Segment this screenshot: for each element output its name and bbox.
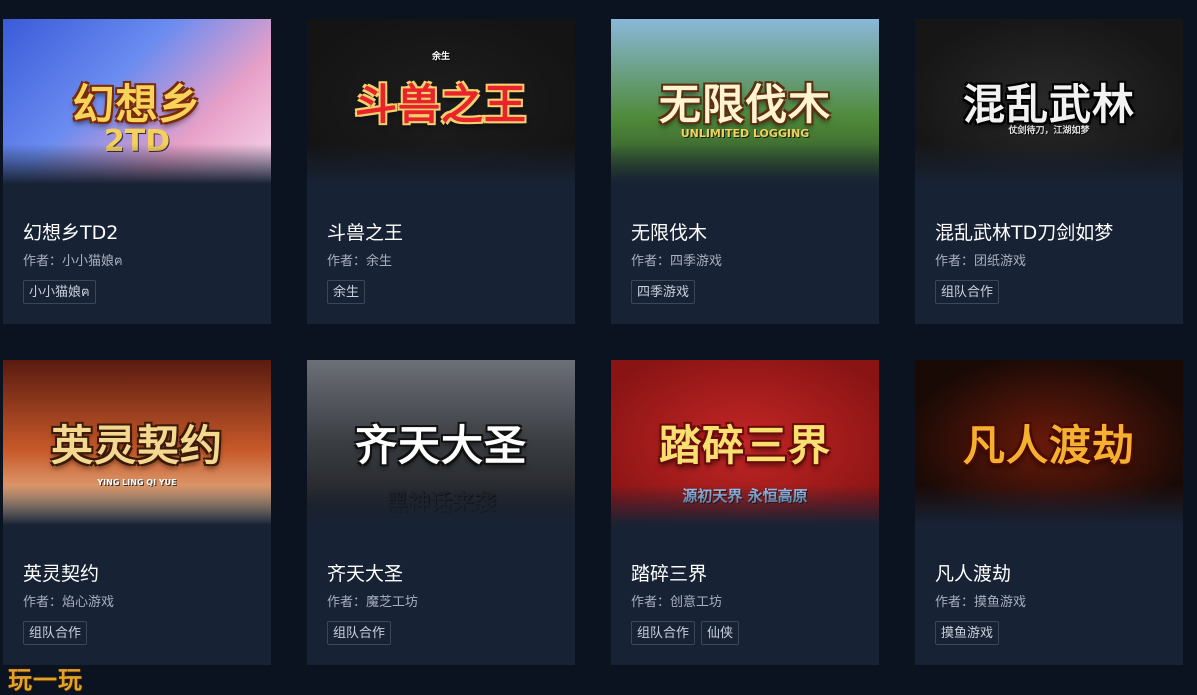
cover-subtitle-text: 仗剑待刀，江湖如梦 xyxy=(1008,126,1090,136)
author-name: 小小猫娘ฅ xyxy=(62,254,123,269)
tag-list: 余生 xyxy=(327,280,563,304)
game-tag[interactable]: 组队合作 xyxy=(23,621,88,645)
cover-fade-overlay xyxy=(307,485,575,525)
game-card[interactable]: 英灵契约 YING LING QI YUE 英灵契约作者：焰心游戏组队合作 xyxy=(3,360,271,665)
game-tag[interactable]: 小小猫娘ฅ xyxy=(23,280,96,304)
author-name: 团纸游戏 xyxy=(974,254,1027,269)
cover-fade-overlay xyxy=(915,144,1183,184)
game-cover-image[interactable]: 幻想乡 2TD xyxy=(3,19,271,184)
game-cover-image[interactable]: 无限伐木 UNLIMITED LOGGING xyxy=(611,19,879,184)
game-card[interactable]: 凡人渡劫 凡人渡劫 作者：摸鱼游戏 摸鱼游戏 xyxy=(915,360,1183,665)
author-name: 摸鱼游戏 xyxy=(974,595,1027,610)
author-name: 焰心游戏 xyxy=(62,595,115,610)
cover-fade-overlay xyxy=(3,144,271,184)
game-cover-image[interactable]: 齐天大圣黑神话来袭 xyxy=(307,360,575,525)
game-title[interactable]: 混乱武林TD刀剑如梦 xyxy=(935,221,1171,245)
game-author: 作者：魔芝工坊 xyxy=(327,595,563,611)
cover-subtitle-text: UNLIMITED LOGGING xyxy=(680,127,810,140)
game-tag[interactable]: 组队合作 xyxy=(631,621,696,645)
game-title[interactable]: 无限伐木 xyxy=(631,221,867,245)
game-info: 凡人渡劫 作者：摸鱼游戏 摸鱼游戏 xyxy=(935,562,1171,645)
cover-subtitle-text: 余生 xyxy=(431,52,450,62)
game-card[interactable]: 幻想乡 2TD 幻想乡TD2 作者：小小猫娘ฅ 小小猫娘ฅ xyxy=(3,19,271,324)
game-tag[interactable]: 余生 xyxy=(327,280,366,304)
author-name: 余生 xyxy=(366,254,393,269)
author-prefix: 作者： xyxy=(327,254,367,269)
cover-fade-overlay xyxy=(307,144,575,184)
game-author: 作者：四季游戏 xyxy=(631,254,867,270)
game-grid: 幻想乡 2TD 幻想乡TD2 作者：小小猫娘ฅ 小小猫娘ฅ 斗兽之王 余生 斗兽之王 作者：余… xyxy=(3,19,1197,692)
cover-fade-overlay xyxy=(611,144,879,184)
cover-fade-overlay xyxy=(915,485,1183,525)
game-card[interactable]: 踏碎三界源初天界 永恒高原踏碎三界作者：创意工坊组队合作仙侠 xyxy=(611,360,879,665)
author-prefix: 作者： xyxy=(631,254,671,269)
game-author: 作者：焰心游戏 xyxy=(23,595,259,611)
game-info: 踏碎三界作者：创意工坊组队合作 仙侠 xyxy=(631,562,867,645)
author-name: 魔芝工坊 xyxy=(366,595,419,610)
tag-list: 小小猫娘ฅ xyxy=(23,280,259,304)
game-author: 作者：摸鱼游戏 xyxy=(935,595,1171,611)
game-info: 英灵契约作者：焰心游戏组队合作 xyxy=(23,562,259,645)
game-title[interactable]: 踏碎三界 xyxy=(631,562,867,586)
game-cover-image[interactable]: 凡人渡劫 xyxy=(915,360,1183,525)
game-author: 作者：团纸游戏 xyxy=(935,254,1171,270)
author-name: 四季游戏 xyxy=(670,254,723,269)
game-cover-image[interactable]: 混乱武林 仗剑待刀，江湖如梦 xyxy=(915,19,1183,184)
game-cover-image[interactable]: 英灵契约 YING LING QI YUE xyxy=(3,360,271,525)
tag-list: 组队合作 仙侠 xyxy=(631,621,867,645)
cover-fade-overlay xyxy=(611,485,879,525)
author-prefix: 作者： xyxy=(327,595,367,610)
game-tag[interactable]: 仙侠 xyxy=(701,621,740,645)
author-prefix: 作者： xyxy=(23,254,63,269)
tag-list: 摸鱼游戏 xyxy=(935,621,1171,645)
author-prefix: 作者： xyxy=(23,595,63,610)
tag-list: 组队合作 xyxy=(23,621,259,645)
game-card[interactable]: 斗兽之王 余生 斗兽之王 作者：余生 余生 xyxy=(307,19,575,324)
game-title[interactable]: 幻想乡TD2 xyxy=(23,221,259,245)
game-card[interactable]: 无限伐木 UNLIMITED LOGGING 无限伐木 作者：四季游戏 四季游戏 xyxy=(611,19,879,324)
game-card[interactable]: 齐天大圣黑神话来袭齐天大圣作者：魔芝工坊组队合作 xyxy=(307,360,575,665)
game-tag[interactable]: 四季游戏 xyxy=(631,280,696,304)
game-info: 幻想乡TD2 作者：小小猫娘ฅ 小小猫娘ฅ xyxy=(23,221,259,304)
author-prefix: 作者： xyxy=(935,595,975,610)
game-author: 作者：小小猫娘ฅ xyxy=(23,254,259,270)
site-logo: 玩一玩 xyxy=(8,665,83,694)
game-tag[interactable]: 组队合作 xyxy=(327,621,392,645)
tag-list: 组队合作 xyxy=(327,621,563,645)
game-info: 无限伐木 作者：四季游戏 四季游戏 xyxy=(631,221,867,304)
game-info: 齐天大圣作者：魔芝工坊组队合作 xyxy=(327,562,563,645)
tag-list: 组队合作 xyxy=(935,280,1171,304)
game-title[interactable]: 凡人渡劫 xyxy=(935,562,1171,586)
game-tag[interactable]: 摸鱼游戏 xyxy=(935,621,1000,645)
tag-list: 四季游戏 xyxy=(631,280,867,304)
game-cover-image[interactable]: 斗兽之王 余生 xyxy=(307,19,575,184)
game-tag[interactable]: 组队合作 xyxy=(935,280,1000,304)
game-cover-image[interactable]: 踏碎三界源初天界 永恒高原 xyxy=(611,360,879,525)
author-name: 创意工坊 xyxy=(670,595,723,610)
author-prefix: 作者： xyxy=(631,595,671,610)
game-author: 作者：创意工坊 xyxy=(631,595,867,611)
game-title[interactable]: 英灵契约 xyxy=(23,562,259,586)
game-author: 作者：余生 xyxy=(327,254,563,270)
game-title[interactable]: 斗兽之王 xyxy=(327,221,563,245)
cover-fade-overlay xyxy=(3,485,271,525)
game-info: 斗兽之王 作者：余生 余生 xyxy=(327,221,563,304)
author-prefix: 作者： xyxy=(935,254,975,269)
game-card[interactable]: 混乱武林 仗剑待刀，江湖如梦混乱武林TD刀剑如梦作者：团纸游戏组队合作 xyxy=(915,19,1183,324)
game-title[interactable]: 齐天大圣 xyxy=(327,562,563,586)
game-info: 混乱武林TD刀剑如梦作者：团纸游戏组队合作 xyxy=(935,221,1171,304)
